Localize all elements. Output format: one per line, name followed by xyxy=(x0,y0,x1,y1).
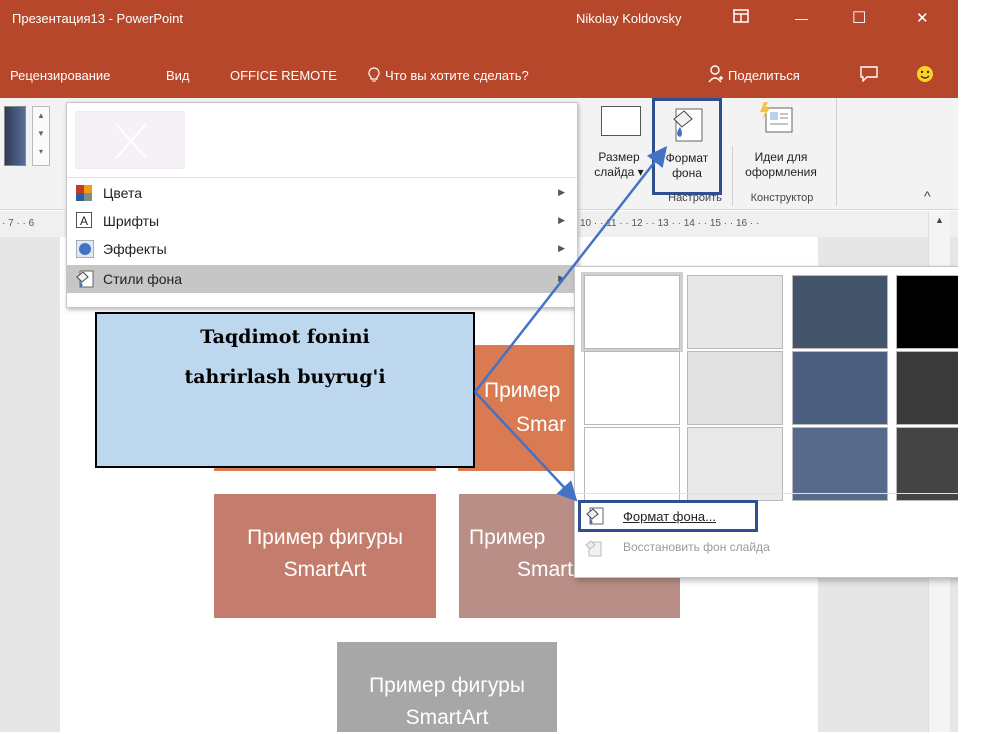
arrow-to-menu xyxy=(474,391,578,502)
window-outside xyxy=(958,0,1008,732)
arrow-to-ribbon xyxy=(474,146,668,393)
annotation-arrows xyxy=(474,146,668,502)
